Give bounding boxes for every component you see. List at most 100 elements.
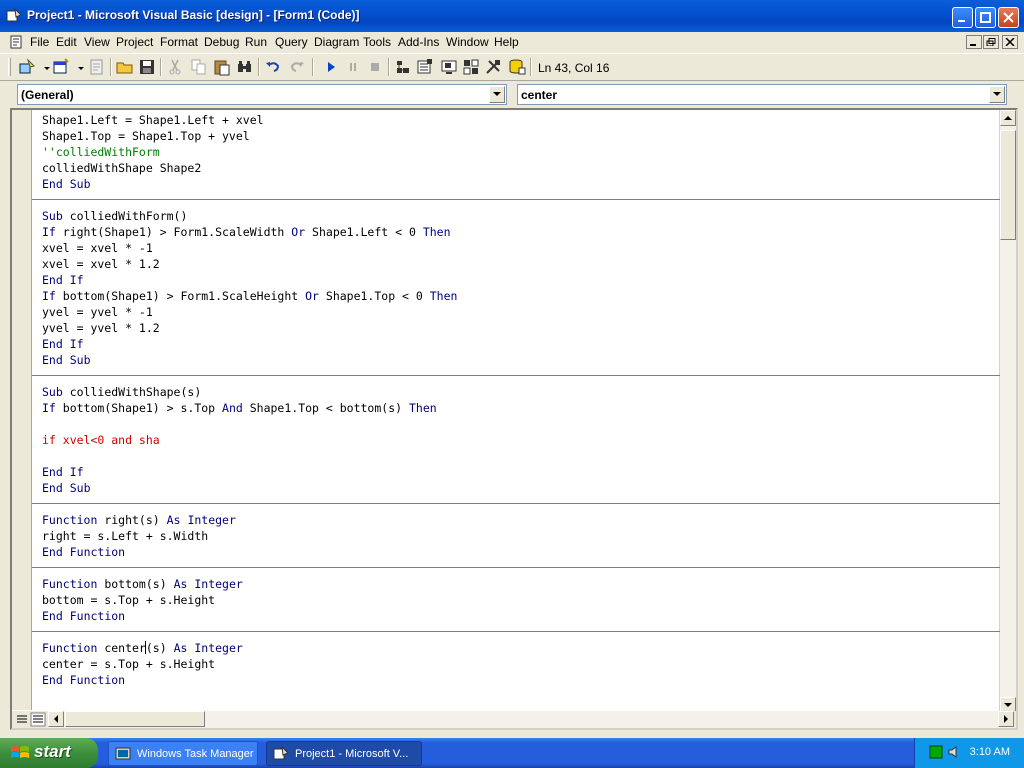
- form-layout-icon[interactable]: [440, 58, 458, 76]
- code-line[interactable]: If right(Shape1) > Form1.ScaleWidth Or S…: [42, 224, 1000, 240]
- open-project-icon[interactable]: [116, 58, 134, 76]
- add-form-dropdown-icon[interactable]: [72, 58, 84, 76]
- menu-editor-icon[interactable]: [88, 58, 106, 76]
- code-line[interactable]: xvel = xvel * 1.2: [42, 256, 1000, 272]
- code-line[interactable]: End Function: [42, 544, 1000, 560]
- child-close-button[interactable]: [1002, 35, 1018, 49]
- object-dropdown[interactable]: (General): [17, 84, 507, 105]
- code-line[interactable]: bottom = s.Top + s.Height: [42, 592, 1000, 608]
- code-line[interactable]: ​: [42, 416, 1000, 432]
- menu-run[interactable]: Run: [245, 35, 267, 49]
- volume-icon[interactable]: [947, 745, 961, 759]
- code-editor[interactable]: Shape1.Left = Shape1.Left + xvel Shape1.T…: [10, 108, 1018, 730]
- vertical-scrollbar[interactable]: [999, 110, 1016, 713]
- break-icon[interactable]: [344, 58, 362, 76]
- add-project-icon[interactable]: [18, 58, 36, 76]
- toolbox-icon[interactable]: [484, 58, 502, 76]
- code-line[interactable]: colliedWithShape Shape2: [42, 160, 1000, 176]
- menu-help[interactable]: Help: [494, 35, 519, 49]
- vertical-scroll-thumb[interactable]: [1000, 130, 1016, 240]
- save-project-icon[interactable]: [138, 58, 156, 76]
- data-view-icon[interactable]: [508, 58, 526, 76]
- add-project-dropdown-icon[interactable]: [38, 58, 50, 76]
- code-line[interactable]: If bottom(Shape1) > Form1.ScaleHeight Or…: [42, 288, 1000, 304]
- horizontal-scroll-thumb[interactable]: [65, 711, 205, 727]
- taskbar-task-manager[interactable]: Windows Task Manager: [108, 741, 258, 766]
- code-line[interactable]: ​: [42, 560, 1000, 576]
- scroll-up-button[interactable]: [1000, 110, 1016, 126]
- maximize-button[interactable]: [975, 7, 996, 28]
- code-line[interactable]: ​: [42, 448, 1000, 464]
- code-window-icon[interactable]: [10, 35, 24, 49]
- copy-icon[interactable]: [190, 58, 208, 76]
- scroll-right-button[interactable]: [998, 711, 1014, 727]
- vb-app-icon[interactable]: [6, 8, 22, 24]
- code-line[interactable]: if xvel<0 and sha: [42, 432, 1000, 448]
- start-button[interactable]: start: [0, 738, 98, 768]
- margin-indicator-bar[interactable]: [12, 110, 32, 710]
- code-line[interactable]: center = s.Top + s.Height: [42, 656, 1000, 672]
- code-line[interactable]: End If: [42, 336, 1000, 352]
- code-line[interactable]: yvel = yvel * 1.2: [42, 320, 1000, 336]
- code-line[interactable]: End If: [42, 464, 1000, 480]
- code-line[interactable]: Function bottom(s) As Integer: [42, 576, 1000, 592]
- object-browser-icon[interactable]: [462, 58, 480, 76]
- code-line[interactable]: yvel = yvel * -1: [42, 304, 1000, 320]
- menu-tools[interactable]: Tools: [363, 35, 391, 49]
- code-line[interactable]: ​: [42, 192, 1000, 208]
- code-line[interactable]: Sub colliedWithForm(): [42, 208, 1000, 224]
- code-line[interactable]: ''colliedWithForm: [42, 144, 1000, 160]
- code-line[interactable]: End If: [42, 272, 1000, 288]
- menu-format[interactable]: Format: [160, 35, 198, 49]
- menu-edit[interactable]: Edit: [56, 35, 77, 49]
- title-bar[interactable]: Project1 - Microsoft Visual Basic [desig…: [0, 0, 1024, 32]
- code-line[interactable]: If bottom(Shape1) > s.Top And Shape1.Top…: [42, 400, 1000, 416]
- code-line[interactable]: Shape1.Left = Shape1.Left + xvel: [42, 112, 1000, 128]
- menu-view[interactable]: View: [84, 35, 110, 49]
- chevron-down-icon[interactable]: [489, 86, 505, 103]
- toolbar-grip[interactable]: [8, 58, 11, 76]
- code-line[interactable]: ​: [42, 368, 1000, 384]
- code-line[interactable]: Function center(s) As Integer: [42, 640, 1000, 656]
- code-line[interactable]: End Sub: [42, 176, 1000, 192]
- code-line[interactable]: right = s.Left + s.Width: [42, 528, 1000, 544]
- code-line[interactable]: xvel = xvel * -1: [42, 240, 1000, 256]
- minimize-button[interactable]: [952, 7, 973, 28]
- procedure-dropdown[interactable]: center: [517, 84, 1007, 105]
- horizontal-scrollbar[interactable]: [48, 711, 1014, 728]
- task-manager-tray-icon[interactable]: [929, 745, 943, 759]
- code-line[interactable]: ​: [42, 496, 1000, 512]
- undo-icon[interactable]: [264, 58, 282, 76]
- scroll-left-button[interactable]: [48, 711, 64, 727]
- code-line[interactable]: End Function: [42, 608, 1000, 624]
- code-line[interactable]: End Sub: [42, 480, 1000, 496]
- redo-icon[interactable]: [288, 58, 306, 76]
- menu-file[interactable]: File: [30, 35, 49, 49]
- start-icon[interactable]: [322, 58, 340, 76]
- menu-debug[interactable]: Debug: [204, 35, 239, 49]
- code-line[interactable]: ​: [42, 624, 1000, 640]
- find-icon[interactable]: [236, 58, 254, 76]
- full-module-view-icon[interactable]: [30, 712, 46, 727]
- child-restore-button[interactable]: [983, 35, 999, 49]
- code-line[interactable]: End Sub: [42, 352, 1000, 368]
- paste-icon[interactable]: [213, 58, 231, 76]
- child-minimize-button[interactable]: [966, 35, 982, 49]
- add-form-icon[interactable]: [52, 58, 70, 76]
- menu-query[interactable]: Query: [275, 35, 308, 49]
- code-line[interactable]: Function right(s) As Integer: [42, 512, 1000, 528]
- taskbar-visual-basic[interactable]: Project1 - Microsoft V...: [266, 741, 422, 766]
- project-explorer-icon[interactable]: [394, 58, 412, 76]
- menu-add-ins[interactable]: Add-Ins: [398, 35, 439, 49]
- menu-project[interactable]: Project: [116, 35, 153, 49]
- procedure-view-icon[interactable]: [14, 712, 30, 727]
- close-button[interactable]: [998, 7, 1019, 28]
- chevron-down-icon[interactable]: [989, 86, 1005, 103]
- menu-window[interactable]: Window: [446, 35, 489, 49]
- code-line[interactable]: Sub colliedWithShape(s): [42, 384, 1000, 400]
- properties-window-icon[interactable]: [416, 58, 434, 76]
- cut-icon[interactable]: [166, 58, 184, 76]
- code-line[interactable]: End Function: [42, 672, 1000, 688]
- menu-diagram[interactable]: Diagram: [314, 35, 359, 49]
- code-line[interactable]: Shape1.Top = Shape1.Top + yvel: [42, 128, 1000, 144]
